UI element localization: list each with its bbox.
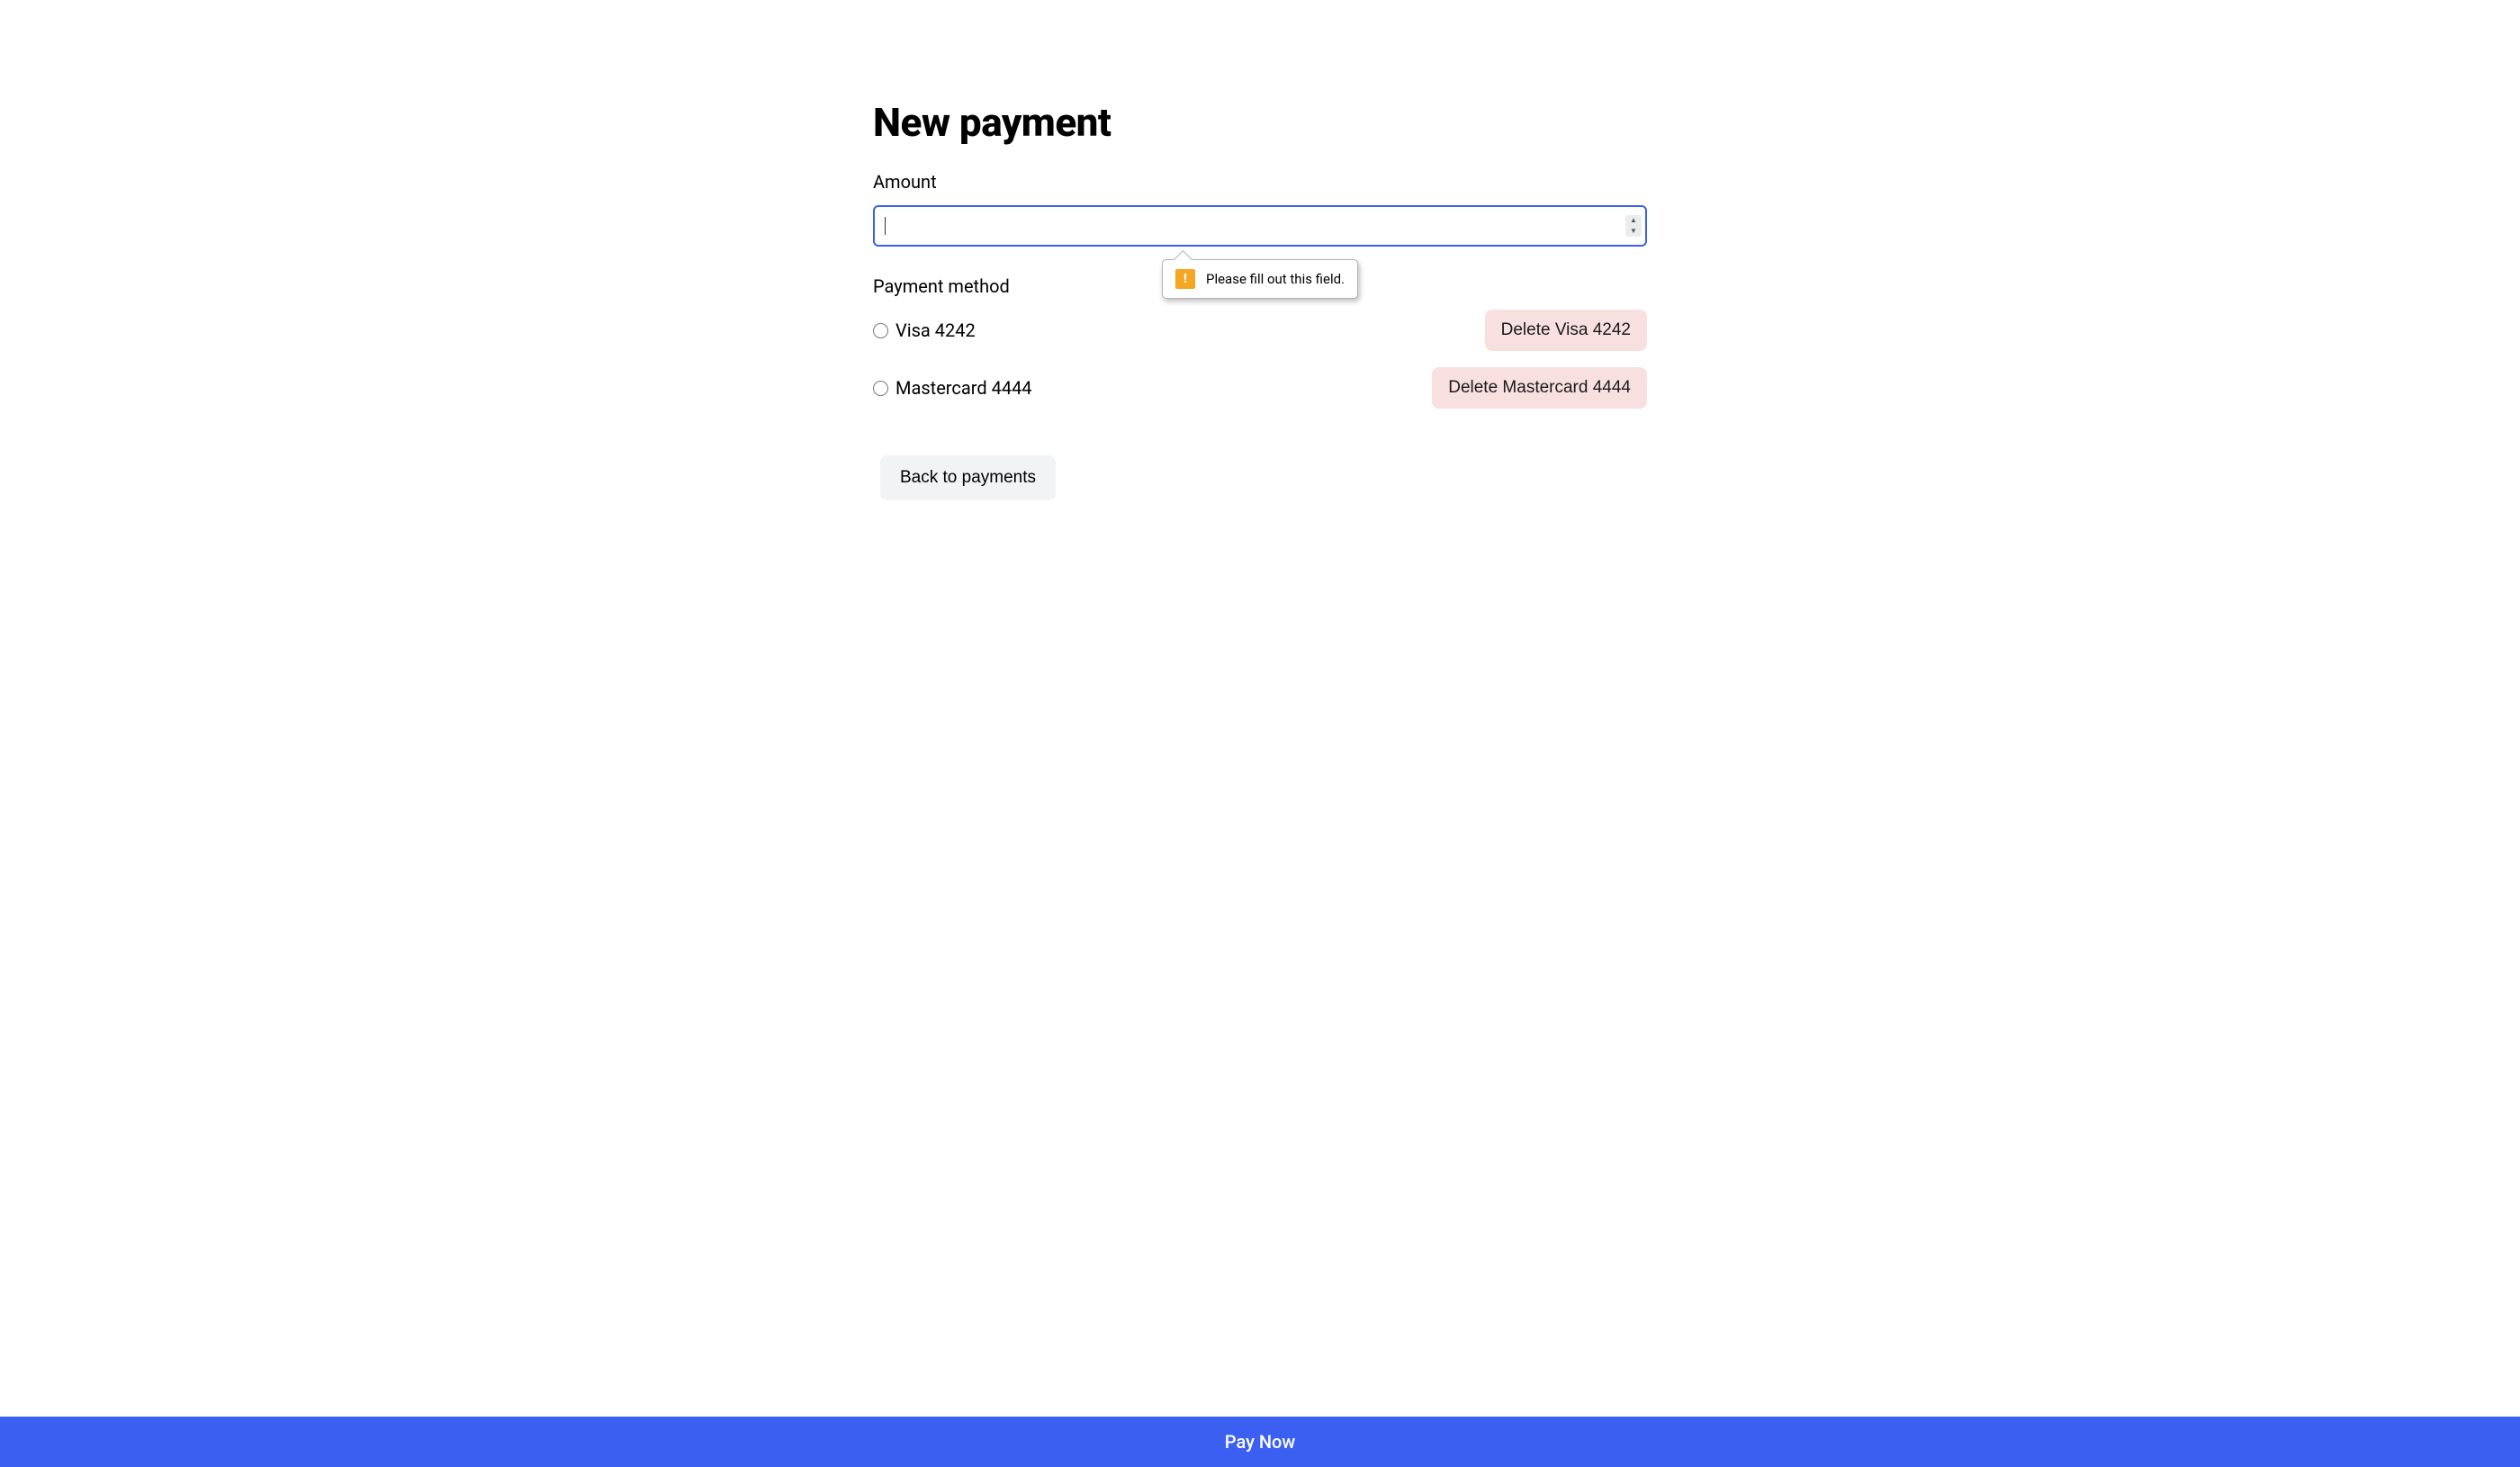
radio-label-visa[interactable]: Visa 4242 [873, 320, 976, 341]
delete-mastercard-button[interactable]: Delete Mastercard 4444 [1432, 367, 1647, 409]
amount-input-wrapper: ▲ ▼ ! Please fill out this field. [873, 205, 1647, 247]
warning-icon: ! [1175, 269, 1195, 289]
payment-option-label: Mastercard 4444 [896, 377, 1032, 399]
radio-visa[interactable] [873, 323, 888, 338]
amount-input[interactable] [873, 205, 1647, 247]
chevron-up-icon: ▲ [1630, 217, 1637, 224]
payment-methods-list: Visa 4242 Delete Visa 4242 Mastercard 44… [873, 310, 1647, 409]
radio-mastercard[interactable] [873, 381, 888, 396]
chevron-down-icon: ▼ [1630, 228, 1637, 235]
pay-now-button[interactable]: Pay Now [0, 1417, 2520, 1467]
back-to-payments-button[interactable]: Back to payments [880, 455, 1056, 500]
text-caret [885, 217, 886, 235]
spinner-down-button[interactable]: ▼ [1625, 226, 1642, 237]
payment-option-label: Visa 4242 [896, 320, 976, 341]
delete-visa-button[interactable]: Delete Visa 4242 [1485, 310, 1647, 351]
validation-message: Please fill out this field. [1206, 271, 1345, 287]
spinner-up-button[interactable]: ▲ [1625, 215, 1642, 226]
radio-label-mastercard[interactable]: Mastercard 4444 [873, 377, 1032, 399]
payment-method-row: Mastercard 4444 Delete Mastercard 4444 [873, 367, 1647, 409]
amount-label: Amount [873, 171, 1647, 193]
number-spinner: ▲ ▼ [1625, 215, 1642, 237]
payment-method-row: Visa 4242 Delete Visa 4242 [873, 310, 1647, 351]
page-title: New payment [873, 99, 1647, 146]
validation-tooltip: ! Please fill out this field. [1162, 259, 1358, 299]
